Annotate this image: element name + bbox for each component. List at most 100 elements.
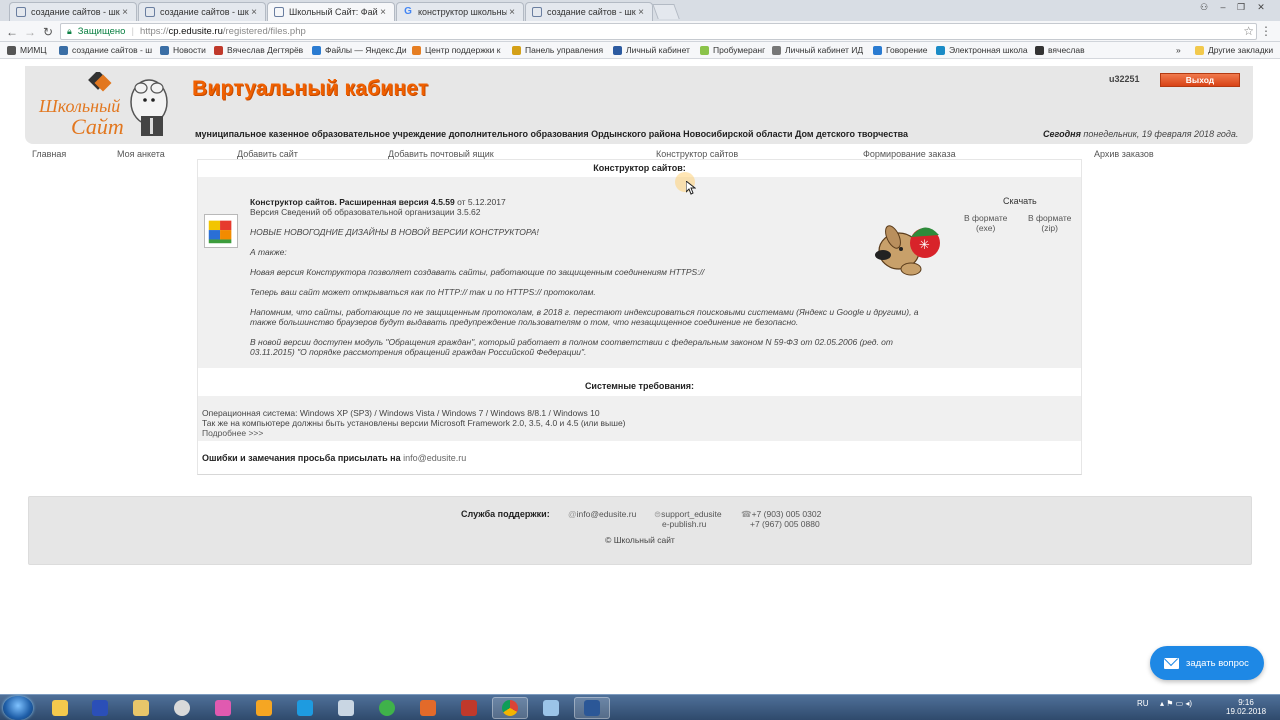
- bookmark-label: Вячеслав Дегтярёв: [227, 45, 304, 55]
- browser-tab-3[interactable]: Школьный Сайт: Файлы ×: [267, 2, 395, 21]
- nav-add-mailbox[interactable]: Добавить почтовый ящик: [388, 149, 494, 159]
- start-button[interactable]: [3, 696, 33, 720]
- taskbar-app-11[interactable]: [451, 697, 487, 719]
- lock-icon: 🔒︎: [67, 26, 72, 36]
- back-arrow-icon[interactable]: ←: [4, 24, 20, 40]
- nav-site-constructor[interactable]: Конструктор сайтов: [656, 149, 738, 159]
- bookmark-7[interactable]: Панель управления: [512, 45, 603, 55]
- app-icon: [420, 700, 436, 716]
- nav-home[interactable]: Главная: [32, 149, 66, 159]
- bookmark-10[interactable]: Личный кабинет ИД: [772, 45, 863, 55]
- forward-arrow-icon[interactable]: →: [22, 24, 38, 40]
- close-icon[interactable]: ×: [378, 7, 388, 18]
- close-window-icon[interactable]: ✕: [1253, 0, 1269, 14]
- taskbar-app-8[interactable]: [328, 697, 364, 719]
- files-icon: [133, 700, 149, 716]
- folder-icon: [1195, 45, 1204, 55]
- bookmark-9[interactable]: Пробумеранг: [700, 45, 765, 55]
- taskbar-save-app[interactable]: [82, 697, 118, 719]
- user-id: u32251: [1109, 74, 1140, 84]
- school-site-logo[interactable]: Школьный Сайт: [37, 72, 177, 138]
- browser-tabstrip: создание сайтов - школ × создание сайтов…: [0, 0, 1280, 21]
- keyboard-language[interactable]: RU: [1137, 699, 1149, 708]
- secure-label: Защищено: [77, 26, 126, 37]
- more-link[interactable]: Подробнее >>>: [202, 428, 263, 438]
- nav-order-archive[interactable]: Архив заказов: [1094, 149, 1154, 159]
- bookmark-13[interactable]: вячеслав: [1035, 45, 1085, 55]
- app-icon: [461, 700, 477, 716]
- protocols-paragraph: Теперь ваш сайт может открываться как по…: [250, 287, 596, 297]
- bookmark-star-icon[interactable]: ☆: [1243, 24, 1254, 38]
- nav-order-form[interactable]: Формирование заказа: [863, 149, 956, 159]
- download-exe-link[interactable]: В формате (exe): [964, 213, 1007, 233]
- reload-icon[interactable]: ↻: [40, 24, 56, 40]
- maximize-icon[interactable]: ❐: [1233, 0, 1249, 14]
- download-heading: Скачать: [1003, 196, 1037, 206]
- bookmark-8[interactable]: Личный кабинет: [613, 45, 690, 55]
- bookmark-label: Личный кабинет: [626, 45, 690, 55]
- browser-tab-5[interactable]: создание сайтов - школ ×: [525, 2, 653, 21]
- logout-button[interactable]: Выход: [1160, 73, 1240, 87]
- bookmarks-overflow-icon[interactable]: »: [1176, 45, 1181, 55]
- address-bar[interactable]: 🔒︎ Защищено | https://cp.edusite.ru/regi…: [60, 23, 1257, 40]
- also-line: А также:: [250, 247, 287, 257]
- taskbar-files[interactable]: [123, 697, 159, 719]
- bookmark-4[interactable]: Вячеслав Дегтярёв: [214, 45, 303, 55]
- bookmark-favicon-icon: [7, 45, 16, 55]
- system-clock[interactable]: 9:16 19.02.2018: [1226, 698, 1266, 716]
- browser-tab-4[interactable]: G конструктор школьных ×: [396, 2, 524, 21]
- taskbar-explorer[interactable]: [42, 697, 78, 719]
- download-zip-link[interactable]: В формате (zip): [1028, 213, 1071, 233]
- app-icon: [256, 700, 272, 716]
- taskbar-chrome[interactable]: [492, 697, 528, 719]
- tab-label: конструктор школьных: [418, 7, 507, 17]
- bookmark-11[interactable]: Говорение: [873, 45, 928, 55]
- minimize-icon[interactable]: –: [1215, 0, 1231, 14]
- menu-dots-icon[interactable]: ⋮: [1260, 24, 1272, 38]
- current-date: Сегодня понедельник, 19 февраля 2018 год…: [1043, 129, 1239, 139]
- close-icon[interactable]: ×: [507, 7, 517, 18]
- bookmark-3[interactable]: Новости: [160, 45, 206, 55]
- taskbar-app-4[interactable]: [164, 697, 200, 719]
- close-icon[interactable]: ×: [249, 7, 259, 18]
- bookmark-favicon-icon: [700, 45, 709, 55]
- user-icon[interactable]: ⚇: [1196, 0, 1212, 14]
- bookmark-5[interactable]: Файлы — Яндекс.Ди: [312, 45, 407, 55]
- nav-add-site[interactable]: Добавить сайт: [237, 149, 298, 159]
- bookmark-2[interactable]: создание сайтов - ш: [59, 45, 152, 55]
- taskbar-app-6[interactable]: [246, 697, 282, 719]
- taskbar-app-9[interactable]: [369, 697, 405, 719]
- new-tab-button[interactable]: [652, 4, 680, 19]
- taskbar-app-10[interactable]: [410, 697, 446, 719]
- browser-tab-2[interactable]: создание сайтов - школ ×: [138, 2, 266, 21]
- tray-icons[interactable]: ▴ ⚑ ▭ ◂): [1160, 699, 1192, 708]
- ask-question-button[interactable]: задать вопрос: [1150, 646, 1264, 680]
- nav-my-profile[interactable]: Моя анкета: [117, 149, 165, 159]
- close-icon[interactable]: ×: [636, 7, 646, 18]
- product-subtitle: Версия Сведений об образовательной орган…: [250, 207, 481, 217]
- app-icon: [174, 700, 190, 716]
- bookmark-favicon-icon: [160, 45, 169, 55]
- close-icon[interactable]: ×: [120, 7, 130, 18]
- bookmark-favicon-icon: [936, 45, 945, 55]
- support-skype[interactable]: ⊜support_edusite e-publish.ru: [654, 509, 722, 529]
- phone-icon: ☎: [741, 509, 752, 519]
- bookmark-1[interactable]: МИМЦ: [7, 45, 47, 55]
- taskbar-app-13[interactable]: [533, 697, 569, 719]
- taskbar-app-7[interactable]: [287, 697, 323, 719]
- app-icon: [379, 700, 395, 716]
- product-title: Конструктор сайтов. Расширенная версия 4…: [250, 197, 506, 207]
- taskbar-word[interactable]: [574, 697, 610, 719]
- other-bookmarks[interactable]: Другие закладки: [1195, 45, 1273, 55]
- bookmark-label: Центр поддержки к: [425, 45, 501, 55]
- bookmark-6[interactable]: Центр поддержки к: [412, 45, 500, 55]
- bookmark-favicon-icon: [214, 45, 223, 55]
- bookmark-label: создание сайтов - ш: [72, 45, 153, 55]
- bookmark-12[interactable]: Электронная школа: [936, 45, 1028, 55]
- browser-toolbar: ← → ↻ 🔒︎ Защищено | https://cp.edusite.r…: [0, 21, 1280, 42]
- browser-tab-1[interactable]: создание сайтов - школ ×: [9, 2, 137, 21]
- taskbar-app-5[interactable]: [205, 697, 241, 719]
- framework-requirements: Так же на компьютере должны быть установ…: [202, 418, 626, 428]
- errors-email-link[interactable]: info@edusite.ru: [403, 453, 466, 463]
- support-email[interactable]: @info@edusite.ru: [568, 509, 636, 519]
